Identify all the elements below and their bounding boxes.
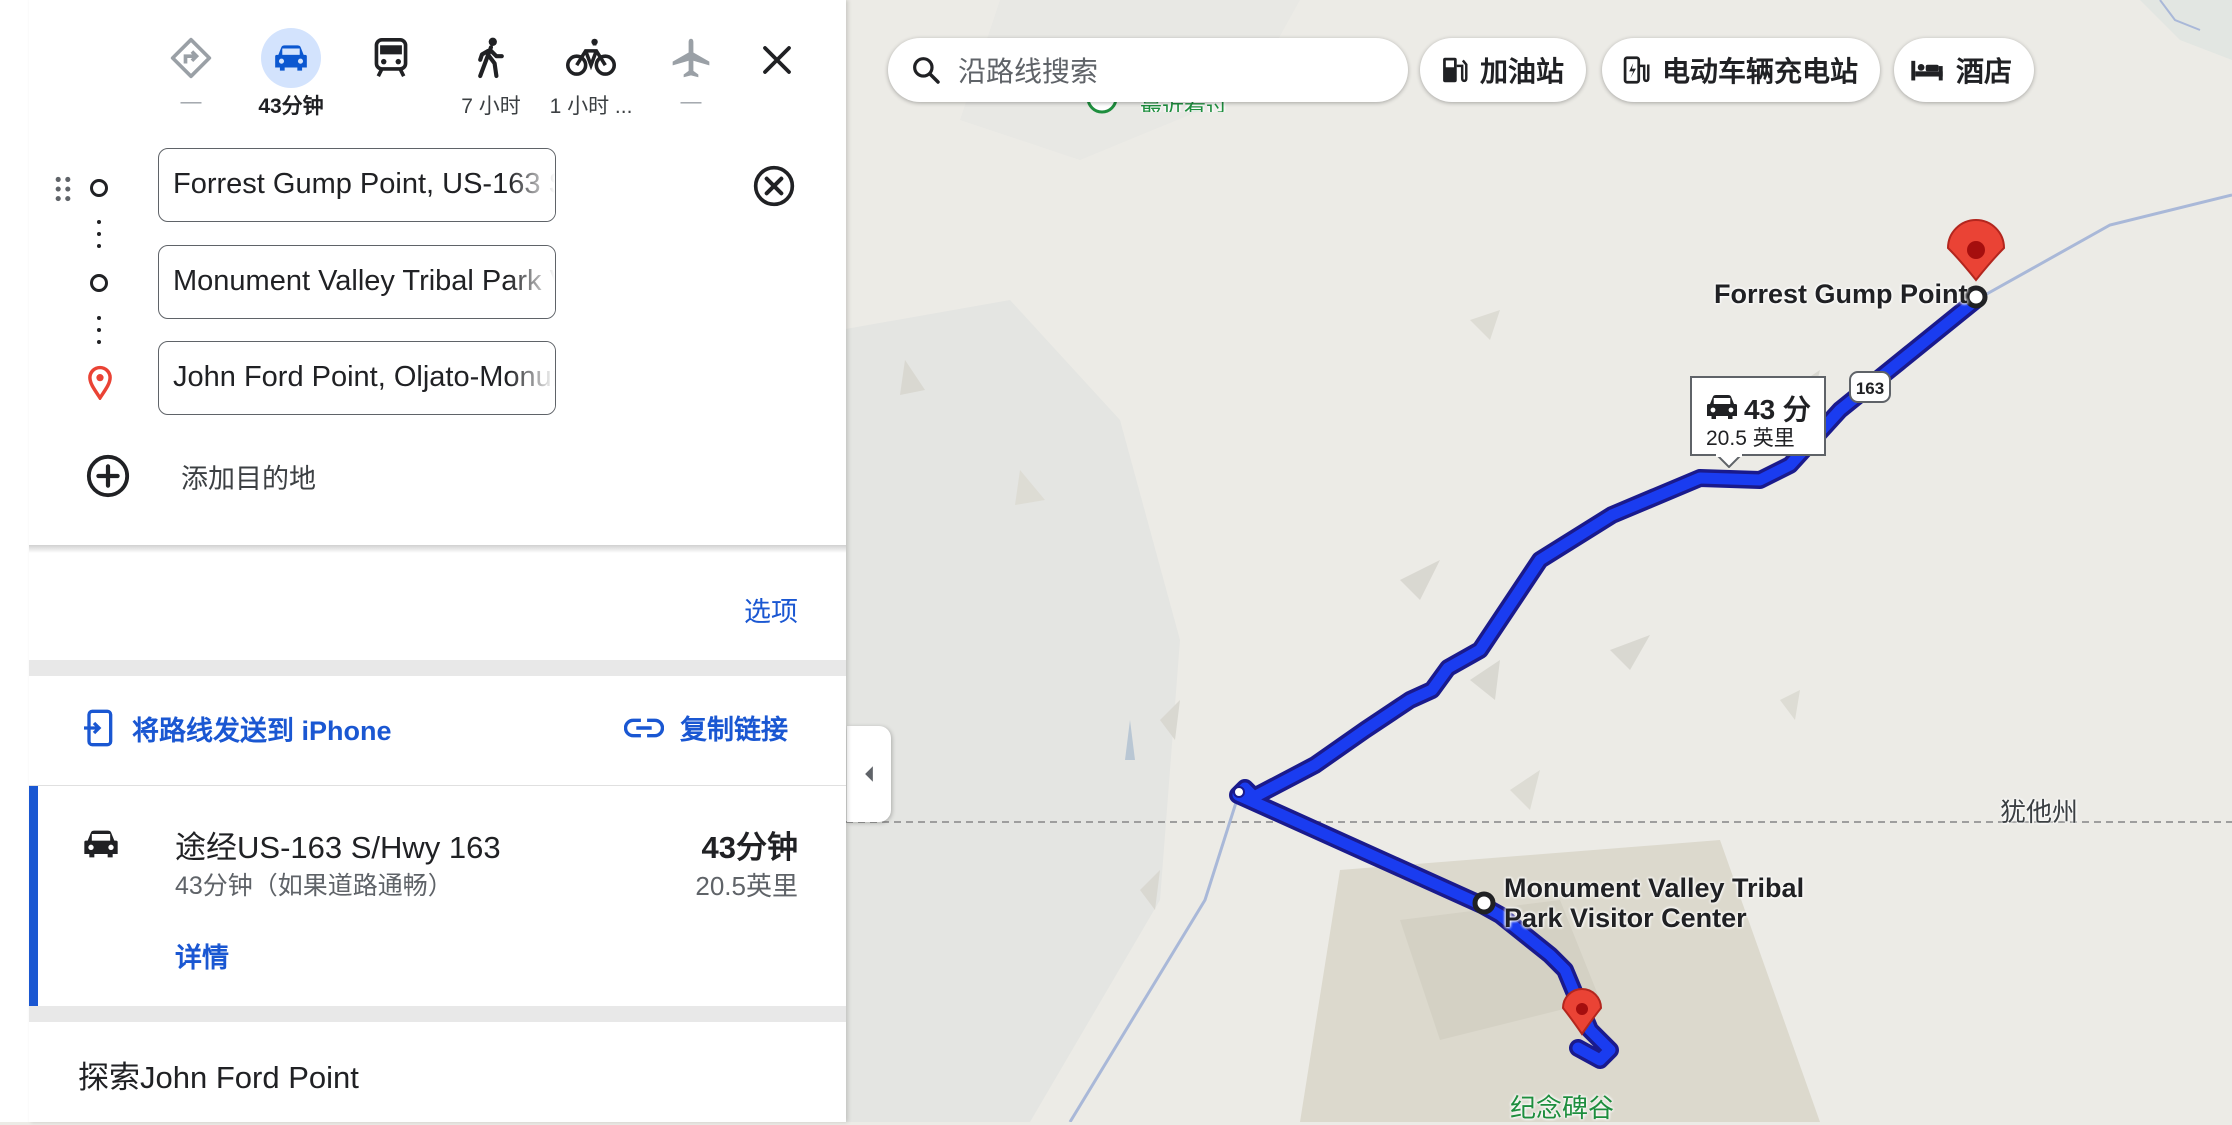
airplane-icon <box>672 38 710 78</box>
mode-flights[interactable]: — <box>641 22 741 122</box>
map-label-visitor-center-line2: Park Visitor Center <box>1504 903 1747 933</box>
close-directions-button[interactable] <box>749 32 805 88</box>
send-to-phone-label: 将路线发送到 iPhone <box>132 715 392 746</box>
section-divider <box>29 1006 846 1022</box>
connector-dots <box>97 316 101 352</box>
car-icon <box>1707 395 1737 419</box>
hotel-chip[interactable]: 酒店 <box>1894 38 2034 102</box>
left-edge-strip <box>0 0 29 1122</box>
waypoint-input[interactable]: Monument Valley Tribal Park Visitor Cent… <box>158 245 556 319</box>
mode-best-label: — <box>180 90 202 113</box>
origin-dot-icon <box>90 179 108 197</box>
directions-panel: — 43分钟 7 小时 1 小时 ... — Forrest Gump Poin… <box>29 0 846 1122</box>
connector-dots <box>97 220 101 256</box>
map-label-utah: 犹他州 <box>2000 797 2079 827</box>
remove-stop-icon[interactable] <box>752 164 796 208</box>
waypoint-marker[interactable] <box>1472 891 1496 915</box>
route-via: 途经US-163 S/Hwy 163 <box>175 830 501 865</box>
options-link[interactable]: 选项 <box>744 590 798 629</box>
destination-input[interactable]: John Ford Point, Oljato-Monument Valley,… <box>158 341 556 415</box>
map-label-monument-valley[interactable]: 纪念碑谷 <box>1510 1088 1614 1125</box>
search-placeholder: 沿路线搜索 <box>958 56 1099 87</box>
send-to-device-icon <box>84 709 113 747</box>
destination-input-value: John Ford Point, Oljato-Monument Valley,… <box>173 361 555 393</box>
add-destination-button[interactable]: 添加目的地 <box>85 450 316 502</box>
route-option-card[interactable]: 途经US-163 S/Hwy 163 43分钟（如果道路通畅） 43分钟 20.… <box>29 785 846 1006</box>
ev-charging-label: 电动车辆充电站 <box>1662 56 1859 87</box>
origin-input-value: Forrest Gump Point, US-163 Scenic, Mexic… <box>173 168 555 200</box>
train-icon <box>374 38 408 77</box>
map-label-visitor-center-line1: Monument Valley Tribal <box>1504 873 1805 903</box>
waypoint-dot-icon <box>90 274 108 292</box>
route-distance: 20.5英里 <box>695 871 798 901</box>
hotel-bed-icon <box>1911 60 1943 81</box>
copy-link-button[interactable]: 复制链接 <box>624 708 788 747</box>
copy-link-label: 复制链接 <box>680 715 788 745</box>
destination-pin-icon <box>88 365 112 400</box>
mode-walking-label: 7 小时 <box>461 95 521 118</box>
mode-flights-label: — <box>680 90 702 113</box>
origin-input[interactable]: Forrest Gump Point, US-163 Scenic, Mexic… <box>158 148 556 222</box>
gas-station-icon <box>1443 57 1468 83</box>
hotel-label: 酒店 <box>1956 56 2013 87</box>
selected-route-accent <box>29 786 38 1006</box>
add-circle-icon <box>86 454 130 498</box>
car-icon <box>275 45 307 71</box>
drag-handle-icon[interactable] <box>55 176 71 202</box>
link-icon <box>624 718 664 737</box>
origin-marker[interactable] <box>1964 285 1988 309</box>
caret-left-icon <box>865 766 873 782</box>
panel-divider <box>29 545 846 553</box>
highway-163-shield: 163 <box>1849 371 1891 403</box>
mode-cycling-label: 1 小时 ... <box>549 95 633 118</box>
mode-transit[interactable] <box>341 22 441 122</box>
section-divider <box>29 660 846 676</box>
directions-diamond-icon <box>170 37 212 79</box>
mode-cycling[interactable]: 1 小时 ... <box>541 22 641 122</box>
svg-text:163: 163 <box>1856 379 1884 398</box>
search-icon <box>913 57 940 84</box>
mode-best[interactable]: — <box>141 22 241 122</box>
gas-station-chip[interactable]: 加油站 <box>1420 38 1586 102</box>
ev-charging-chip[interactable]: 电动车辆充电站 <box>1602 38 1880 102</box>
send-to-phone-link[interactable]: 将路线发送到 iPhone <box>82 708 392 748</box>
mode-driving[interactable]: 43分钟 <box>241 22 341 122</box>
route-info-bubble[interactable]: 43 分 20.5 英里 <box>1690 376 1826 468</box>
explore-heading: 探索John Ford Point <box>78 1060 359 1095</box>
route-bubble-distance: 20.5 英里 <box>1706 427 1795 450</box>
map-label-visitor-center[interactable]: Monument Valley Tribal Park Visitor Cent… <box>1504 873 1804 933</box>
route-details-link[interactable]: 详情 <box>175 936 229 975</box>
add-destination-label: 添加目的地 <box>181 463 316 494</box>
walking-icon <box>478 37 504 79</box>
ev-charging-icon <box>1623 56 1650 84</box>
gas-station-label: 加油站 <box>1480 56 1565 87</box>
bicycle-icon <box>566 38 616 76</box>
map-label-forrest-gump[interactable]: Forrest Gump Point <box>1714 279 1968 310</box>
collapse-panel-button[interactable] <box>847 726 891 822</box>
mode-driving-label: 43分钟 <box>258 95 324 118</box>
waypoint-input-value: Monument Valley Tribal Park Visitor Cent… <box>173 265 555 297</box>
route-time: 43分钟 <box>701 830 798 865</box>
car-icon <box>84 830 118 858</box>
close-icon <box>763 46 791 74</box>
mode-walking[interactable]: 7 小时 <box>441 22 541 122</box>
route-subtitle: 43分钟（如果道路通畅） <box>175 872 453 900</box>
search-along-route-input[interactable]: 沿路线搜索 <box>888 38 1408 102</box>
